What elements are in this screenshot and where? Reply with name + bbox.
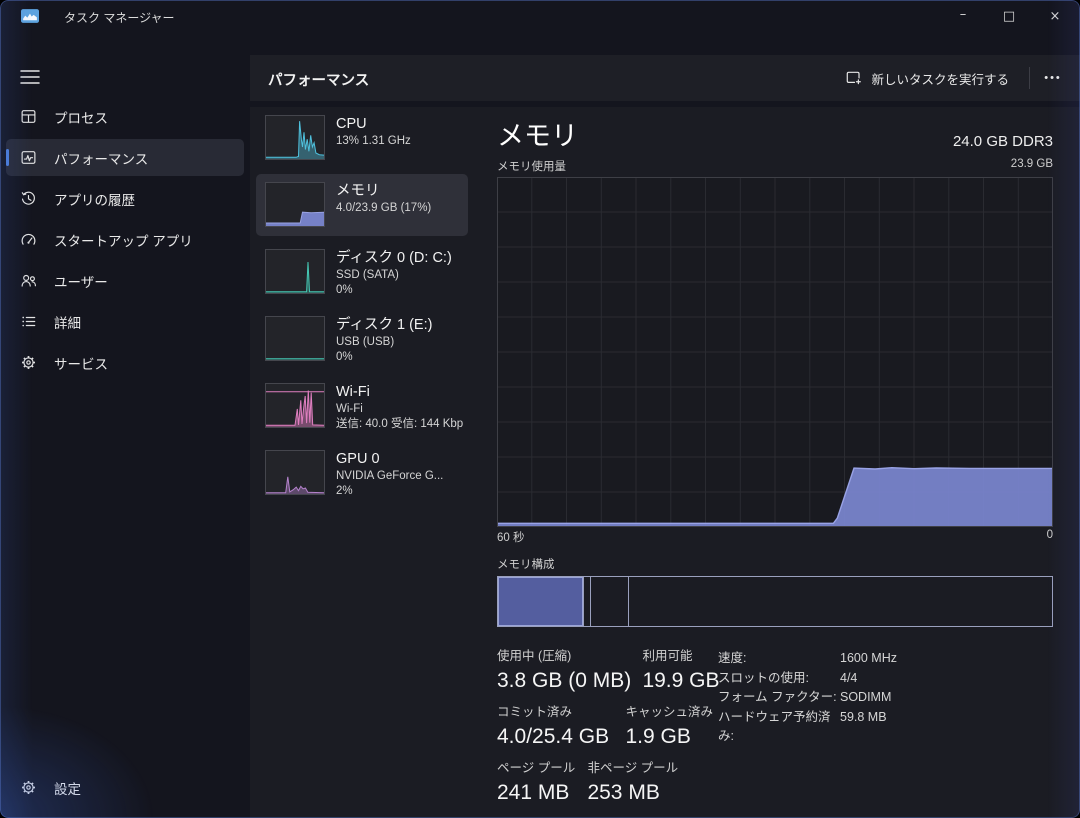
memory-composition-bar	[497, 576, 1053, 627]
memory-title: メモリ	[497, 119, 578, 153]
chart-time-span-label: 60 秒	[497, 529, 525, 545]
header-separator	[1029, 67, 1030, 89]
composition-segment	[584, 577, 591, 626]
chart-time-zero-label: 0	[1047, 529, 1053, 545]
history-icon	[20, 190, 37, 207]
page-title: パフォーマンス	[268, 69, 369, 90]
detail-label: 速度:	[718, 649, 840, 669]
sidebar-item-startup-apps[interactable]: スタートアップ アプリ	[6, 221, 244, 258]
sidebar-item-label: サービス	[54, 353, 108, 373]
sidebar-item-label: プロセス	[54, 107, 108, 127]
services-gear-icon	[20, 354, 37, 371]
sidebar-item-label: スタートアップ アプリ	[54, 230, 193, 250]
sidebar-item-label: アプリの履歴	[54, 189, 135, 209]
sidebar-item-label: ユーザー	[54, 271, 108, 291]
memory-usage-chart	[497, 177, 1053, 527]
disk0-mini-chart	[265, 249, 325, 294]
stat-cached: キャッシュ済み 1.9 GB	[625, 704, 713, 751]
sidebar-item-users[interactable]: ユーザー	[6, 262, 244, 299]
processes-icon	[20, 108, 37, 125]
stat-paged-pool: ページ プール 241 MB	[497, 760, 583, 807]
perf-item-disk1[interactable]: ディスク 1 (E:) USB (USB) 0%	[256, 308, 468, 370]
sidebar-item-label: 詳細	[54, 312, 81, 332]
perf-item-memory[interactable]: メモリ 4.0/23.9 GB (17%)	[256, 174, 468, 236]
stat-non-paged-pool: 非ページ プール 253 MB	[587, 760, 678, 807]
composition-segment	[629, 577, 1052, 626]
memory-stats: 使用中 (圧縮) 3.8 GB (0 MB) 利用可能 19.9 GB コミット…	[497, 648, 1053, 807]
composition-segment-filled	[498, 577, 584, 626]
performance-list: CPU 13% 1.31 GHz メモリ 4.0/23.9 GB (17%) デ…	[256, 107, 468, 509]
panel-body: CPU 13% 1.31 GHz メモリ 4.0/23.9 GB (17%) デ…	[250, 107, 1080, 818]
detail-label: フォーム ファクター:	[718, 688, 840, 708]
details-list-icon	[20, 313, 37, 330]
sidebar-item-services[interactable]: サービス	[6, 344, 244, 381]
detail-label: スロットの使用:	[718, 669, 840, 689]
more-options-icon[interactable]: •••	[1036, 63, 1070, 93]
composition-segment	[591, 577, 629, 626]
gpu-mini-chart	[265, 450, 325, 495]
task-manager-app-icon	[21, 9, 39, 23]
sidebar: プロセス パフォーマンス アプリの履歴 スタートアップ アプリ	[0, 32, 250, 818]
stat-available: 利用可能 19.9 GB	[642, 648, 719, 695]
run-new-task-label: 新しいタスクを実行する	[871, 69, 1009, 88]
memory-detail: メモリ 24.0 GB DDR3 メモリ使用量 23.9 GB 60 秒 0 メ…	[497, 107, 1053, 816]
detail-label: ハードウェア予約済み:	[718, 708, 840, 747]
new-task-icon	[846, 70, 862, 86]
sidebar-item-details[interactable]: 詳細	[6, 303, 244, 340]
selected-accent-bar	[6, 149, 9, 166]
usage-chart-label: メモリ使用量	[497, 158, 566, 174]
usage-chart-max: 23.9 GB	[1011, 158, 1053, 174]
close-button[interactable]: ×	[1032, 0, 1078, 32]
sidebar-item-processes[interactable]: プロセス	[6, 98, 244, 135]
sidebar-item-settings[interactable]: 設定	[6, 769, 244, 806]
window-controls: – □ ×	[940, 0, 1078, 32]
sidebar-item-performance[interactable]: パフォーマンス	[6, 139, 244, 176]
perf-item-gpu0[interactable]: GPU 0 NVIDIA GeForce G... 2%	[256, 442, 468, 504]
memory-capacity: 24.0 GB DDR3	[953, 133, 1053, 153]
settings-gear-icon	[20, 779, 37, 796]
titlebar[interactable]: タスク マネージャー – □ ×	[0, 0, 1080, 32]
sidebar-item-label: パフォーマンス	[54, 148, 148, 168]
stat-committed: コミット済み 4.0/25.4 GB	[497, 704, 621, 751]
wifi-mini-chart	[265, 383, 325, 428]
sidebar-item-app-history[interactable]: アプリの履歴	[6, 180, 244, 217]
minimize-button[interactable]: –	[940, 0, 986, 32]
maximize-button[interactable]: □	[986, 0, 1032, 32]
panel-header: パフォーマンス 新しいタスクを実行する •••	[250, 55, 1080, 101]
performance-icon	[20, 149, 37, 166]
perf-item-disk0[interactable]: ディスク 0 (D: C:) SSD (SATA) 0%	[256, 241, 468, 303]
header-actions: 新しいタスクを実行する •••	[832, 55, 1070, 101]
perf-item-wifi[interactable]: Wi-Fi Wi-Fi 送信: 40.0 受信: 144 Kbp	[256, 375, 468, 437]
detail-value: SODIMM	[840, 688, 897, 708]
sidebar-item-label: 設定	[54, 778, 81, 798]
detail-value: 1600 MHz	[840, 649, 897, 669]
sidebar-nav: プロセス パフォーマンス アプリの履歴 スタートアップ アプリ	[6, 98, 244, 385]
task-manager-window: タスク マネージャー – □ × プロセス	[0, 0, 1080, 818]
memory-mini-chart	[265, 182, 325, 227]
window-title: タスク マネージャー	[64, 9, 175, 26]
detail-value: 59.8 MB	[840, 708, 897, 747]
users-icon	[20, 272, 37, 289]
perf-item-cpu[interactable]: CPU 13% 1.31 GHz	[256, 107, 468, 169]
stat-in-use: 使用中 (圧縮) 3.8 GB (0 MB)	[497, 648, 638, 695]
run-new-task-button[interactable]: 新しいタスクを実行する	[832, 62, 1023, 94]
sidebar-settings: 設定	[6, 769, 244, 810]
hamburger-menu-icon[interactable]	[14, 62, 46, 92]
disk1-mini-chart	[265, 316, 325, 361]
detail-value: 4/4	[840, 669, 897, 689]
startup-gauge-icon	[20, 231, 37, 248]
cpu-mini-chart	[265, 115, 325, 160]
memory-hardware-details: 速度:1600 MHz スロットの使用:4/4 フォーム ファクター:SODIM…	[718, 649, 897, 747]
composition-label: メモリ構成	[497, 556, 1053, 572]
